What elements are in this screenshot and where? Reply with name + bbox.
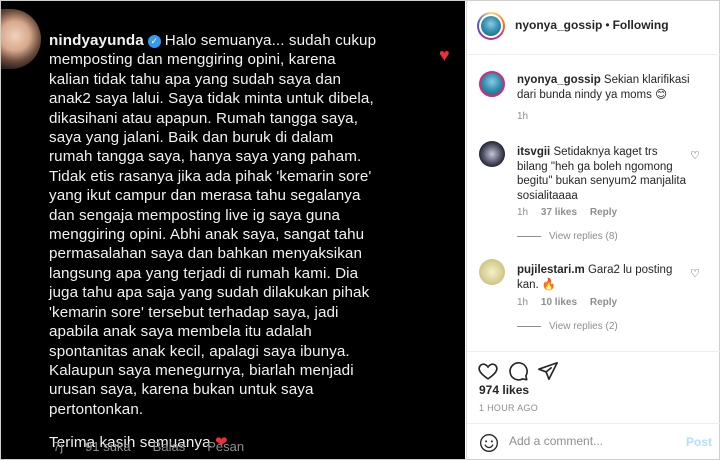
caption-meta: 1h — [517, 111, 538, 122]
view-replies-button[interactable]: View replies (2) — [517, 321, 618, 332]
separator-dot: • — [605, 18, 610, 32]
comment-avatar[interactable] — [479, 141, 505, 167]
comment-time: 1h — [517, 207, 529, 218]
likes-count[interactable]: 974 likes — [479, 383, 529, 397]
post-header-text: nyonya_gossip • Following — [515, 18, 669, 32]
like-heart-icon[interactable] — [477, 360, 499, 382]
story-time: 7j — [53, 439, 64, 454]
story-line: yang ikut campur dan merasa tahu segalan… — [49, 187, 361, 205]
post-panel: nyonya_gossip • Following nyonya_gossip Se… — [466, 1, 720, 459]
story-line: kalian tidak tahu apa yang sudah saya da… — [49, 70, 342, 88]
reply-button[interactable]: Reply — [590, 297, 617, 308]
story-line: dikasihani atau apapun. Rumah tangga say… — [49, 109, 359, 127]
story-line: Kalaupun saya menegurnya, biarlah menjad… — [49, 361, 354, 379]
story-line: dan sengaja memposting live ig saya guna — [49, 206, 341, 224]
story-username: nindyayunda — [49, 32, 144, 49]
post-header: nyonya_gossip • Following — [467, 1, 720, 55]
heart-icon: ♥ — [439, 45, 450, 65]
story-line: apabila anak saya membela itu adalah — [49, 323, 312, 341]
post-comment-button[interactable]: Post — [686, 435, 712, 449]
post-timestamp: 1 HOUR AGO — [479, 403, 539, 413]
caption-avatar[interactable] — [479, 71, 505, 97]
comment-likes[interactable]: 37 likes — [541, 207, 577, 218]
story-line: saya yang jalani. Baik dan buruk di dala… — [49, 129, 334, 147]
story-line: menggiring opini. Abhi anak saya, sangat… — [49, 226, 365, 244]
comment-meta: 1h 37 likes Reply — [517, 207, 627, 218]
story-first-line: nindyayunda ✓ Halo semuanya... sudah cukup — [49, 31, 409, 50]
story-comment-meta: 7j 91 suka Balas Pesan — [53, 439, 244, 454]
view-replies-button[interactable]: View replies (8) — [517, 231, 618, 242]
comment-username[interactable]: pujilestari.m — [517, 264, 585, 276]
story-line: Halo semuanya... sudah cukup — [164, 32, 377, 49]
author-username[interactable]: nyonya_gossip — [515, 18, 602, 32]
story-line: memposting dan menggiring opini, karena — [49, 51, 336, 69]
story-line: Tidak etis rasanya jika ada pihak 'kemar… — [49, 167, 372, 185]
post-actions — [467, 351, 720, 381]
story-line: 'kemarin sore' tersebut terhadap saya, j… — [49, 303, 339, 321]
comment-likes[interactable]: 10 likes — [541, 297, 577, 308]
story-avatar — [1, 9, 41, 69]
story-likes: 91 suka — [85, 439, 131, 454]
comment-meta: 1h 10 likes Reply — [517, 297, 627, 308]
story-message: Pesan — [207, 439, 245, 454]
like-comment-heart-icon[interactable]: ♡ — [690, 267, 700, 280]
caption-text: nyonya_gossip Sekian klarifikasi dari bu… — [517, 73, 697, 102]
add-comment-bar: Post — [467, 423, 720, 459]
verified-badge-icon: ✓ — [147, 35, 161, 48]
comment-username[interactable]: itsvgii — [517, 146, 550, 158]
share-direct-icon[interactable] — [537, 360, 559, 382]
story-line: rumah tangga saya, hanya saya yang paham… — [49, 148, 362, 166]
caption-username[interactable]: nyonya_gossip — [517, 74, 601, 86]
story-line: anak2 saya lalui. Saya tidak minta untuk… — [49, 90, 374, 108]
story-line: permasalahan saya dan bahkan menyaksikan — [49, 245, 363, 263]
like-comment-heart-icon[interactable]: ♡ — [690, 149, 700, 162]
comment-avatar[interactable] — [479, 259, 505, 285]
comment-time: 1h — [517, 297, 529, 308]
caption-time: 1h — [517, 111, 529, 122]
reply-button[interactable]: Reply — [590, 207, 617, 218]
following-button[interactable]: Following — [613, 18, 669, 32]
story-comment-text: nindyayunda ✓ Halo semuanya... sudah cukup… — [49, 31, 409, 453]
author-avatar[interactable] — [477, 12, 505, 40]
comment-bubble-icon[interactable] — [507, 360, 529, 382]
add-comment-input[interactable] — [509, 434, 679, 448]
story-line: spontanitas anak kecil, apalagi saya ibu… — [49, 342, 350, 360]
story-line: pertontonkan. — [49, 400, 144, 418]
story-image: nindyayunda ✓ Halo semuanya... sudah cukup… — [1, 1, 465, 459]
story-line: juga tahu apa saja yang sudah dilakukan … — [49, 284, 370, 302]
story-line: langsung apa yang terjadi di rumah kami.… — [49, 264, 359, 282]
comment-text: itsvgii Setidaknya kaget trs bilang "heh… — [517, 145, 687, 203]
story-reply: Balas — [152, 439, 186, 454]
story-line: urusan saya, karena bukan untuk saya — [49, 381, 314, 399]
comment-text: pujilestari.m Gara2 lu posting kan. 🔥 — [517, 263, 677, 292]
emoji-smile-icon[interactable] — [479, 433, 499, 453]
